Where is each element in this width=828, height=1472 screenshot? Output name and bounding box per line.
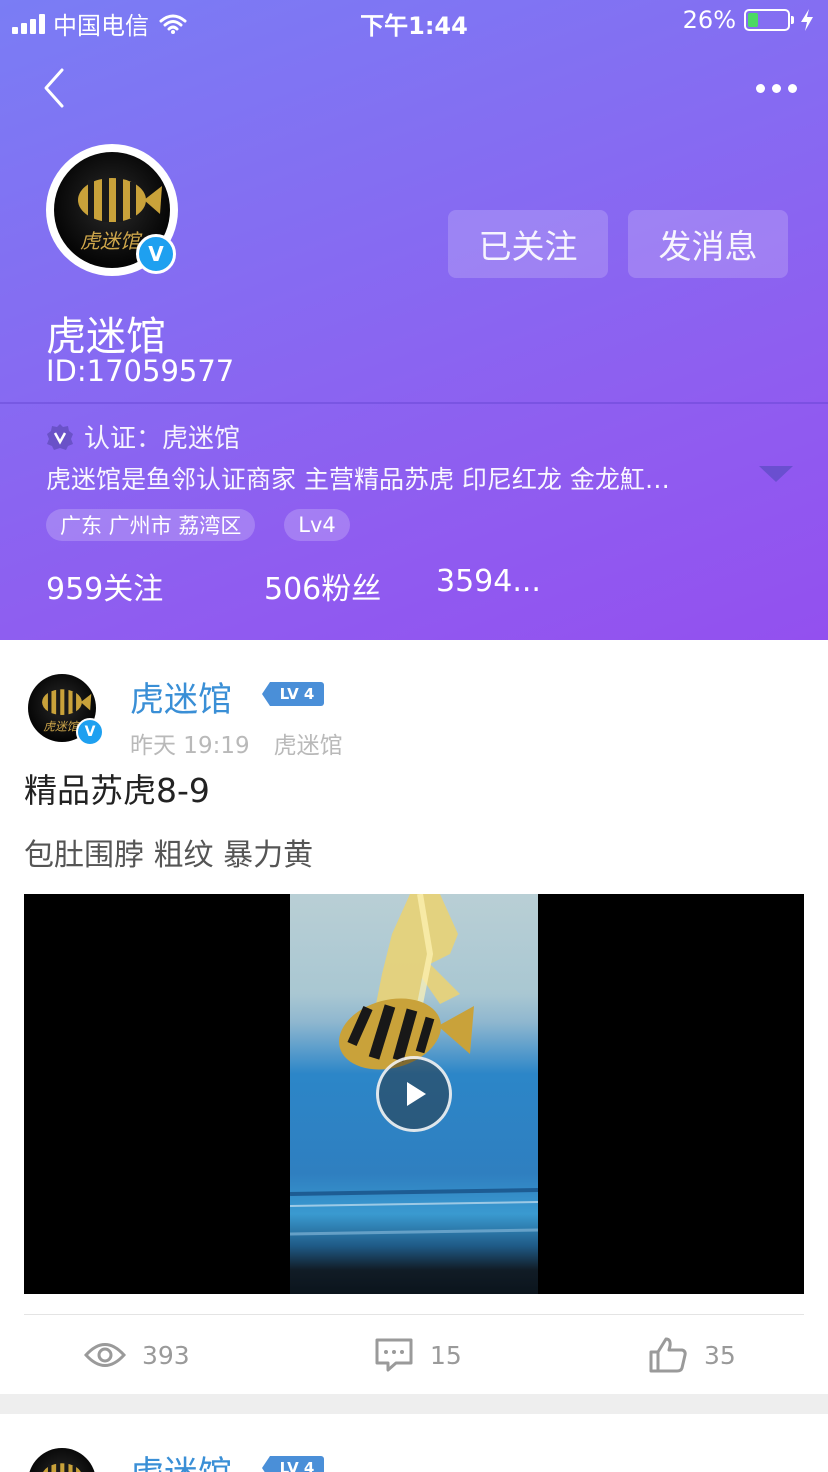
post-meta: 昨天 19:19 虎迷馆 [130, 726, 343, 760]
views-count: 393 [142, 1340, 190, 1370]
expand-bio-button[interactable] [756, 460, 796, 490]
following-count[interactable]: 959关注 [46, 564, 163, 608]
comments-count: 15 [430, 1340, 462, 1370]
more-button[interactable] [752, 76, 800, 100]
likes-count: 35 [704, 1340, 736, 1370]
post-level-badge: LV 4 [262, 682, 324, 706]
verified-v-icon: V [136, 234, 176, 274]
certification-text: 认证：虎迷馆 [84, 424, 241, 454]
play-button[interactable] [376, 1056, 452, 1132]
header-divider [0, 402, 828, 404]
profile-header: 中国电信 下午1:44 26% 虎迷馆 V 已关注 发消息 虎迷馆 ID:170… [0, 0, 828, 640]
thumbs-up-icon [649, 1337, 687, 1373]
profile-id: ID:17059577 [46, 354, 235, 388]
post-source: 虎迷馆 [273, 733, 343, 759]
comments-button[interactable]: 15 [374, 1334, 462, 1376]
post-description: 包肚围脖 粗纹 暴力黄 [24, 838, 314, 873]
eye-icon [84, 1343, 126, 1367]
fans-count[interactable]: 506粉丝 [264, 564, 381, 608]
third-stat[interactable]: 3594... [436, 564, 541, 599]
certification: 认证：虎迷馆 [46, 418, 240, 455]
status-bar: 中国电信 下午1:44 26% [0, 0, 828, 42]
more-dots-icon [755, 83, 765, 93]
svg-text:虎迷馆: 虎迷馆 [80, 229, 143, 253]
back-button[interactable] [40, 66, 80, 110]
profile-bio: 虎迷馆是鱼邻认证商家 主营精品苏虎 印尼红龙 金龙魟… [46, 465, 670, 494]
cert-shield-icon [47, 423, 73, 450]
post-time: 昨天 19:19 [130, 733, 250, 759]
level-tag: Lv4 [284, 509, 350, 541]
battery-icon [744, 9, 790, 31]
triangle-down-icon [759, 466, 793, 482]
like-button[interactable]: 35 [648, 1334, 736, 1376]
play-icon [407, 1082, 426, 1106]
chevron-left-icon [44, 68, 64, 108]
message-button[interactable]: 发消息 [628, 210, 788, 278]
post-author-name[interactable]: 虎迷馆 [130, 672, 232, 721]
post2-author-name[interactable]: 虎迷馆 [130, 1446, 232, 1472]
battery-percent: 26% [682, 6, 736, 34]
post-divider [24, 1314, 804, 1315]
post-card-2[interactable] [0, 1414, 828, 1472]
comment-icon [375, 1338, 413, 1372]
follow-button[interactable]: 已关注 [448, 210, 608, 278]
views-stat: 393 [84, 1334, 190, 1376]
post-title: 精品苏虎8-9 [24, 771, 210, 810]
post-video[interactable] [24, 894, 804, 1294]
verified-v-icon: V [76, 718, 104, 746]
charging-icon [801, 9, 813, 31]
location-tag: 广东 广州市 荔湾区 [46, 509, 256, 541]
post2-level-badge: LV 4 [262, 1456, 324, 1472]
profile-page: 中国电信 下午1:44 26% 虎迷馆 V 已关注 发消息 虎迷馆 ID:170… [0, 0, 828, 1472]
